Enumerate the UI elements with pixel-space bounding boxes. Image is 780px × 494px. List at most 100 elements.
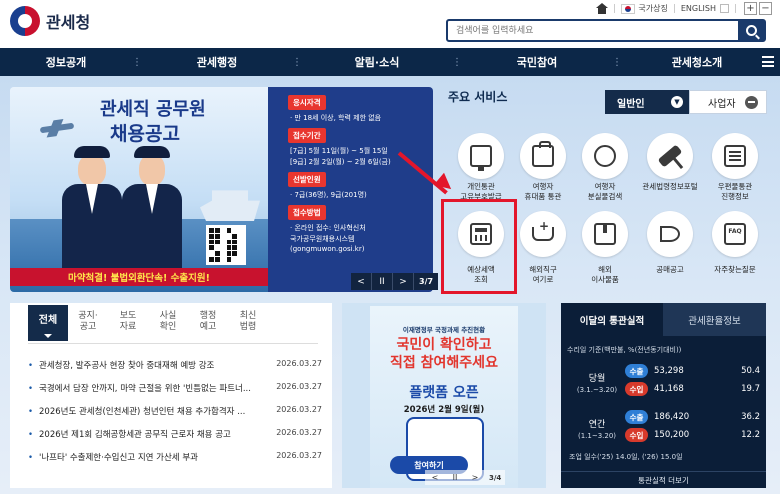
export-badge: 수출: [625, 364, 648, 378]
info-line: · 만 18세 이상, 학력 제한 없음: [290, 114, 382, 122]
top-utility-bar: 국가상징 ENGLISH + −: [596, 2, 772, 15]
nav-item-about[interactable]: 관세청소개: [622, 54, 772, 70]
platform-promo-banner[interactable]: 이재명정부 국정과제 추진현황 국민이 확인하고 직접 참여해주세요 플랫폼 오…: [342, 303, 546, 488]
box-icon: [594, 223, 616, 245]
service-personal-customs-code[interactable]: 개인통관 고유부호발급: [449, 133, 513, 202]
tab-exchange-rate[interactable]: 관세환율정보: [663, 303, 766, 336]
service-moving-goods[interactable]: 해외 이사물품: [573, 211, 637, 285]
kcs-emblem-icon: [10, 6, 40, 36]
external-link-icon: [720, 4, 729, 13]
info-tag: 접수방법: [288, 205, 326, 220]
export-badge: 수출: [625, 410, 648, 424]
header: 관세청 국가상징 ENGLISH + −: [0, 0, 780, 48]
monitor-icon: [470, 145, 492, 171]
stats-month-export-row: 수출 53,298 50.4: [625, 363, 761, 379]
news-tab-all[interactable]: 전체: [28, 305, 68, 341]
cart-icon: [532, 219, 554, 241]
banner-info-panel: 응시자격 · 만 18세 이상, 학력 제한 없음 접수기간 [7급] 5월 1…: [268, 87, 433, 292]
news-tab-admin-notice[interactable]: 행정 예고: [188, 305, 228, 341]
promo-page-indicator: 3/4: [489, 473, 502, 482]
search-button[interactable]: [738, 21, 764, 40]
banner-controls: < II > 3/7: [351, 273, 439, 290]
nav-item-participation[interactable]: 국민참여: [462, 54, 612, 70]
flag-icon: [621, 3, 636, 14]
promo-pause-button[interactable]: II: [445, 470, 465, 485]
stats-year-export-row: 수출 186,420 36.2: [625, 409, 761, 425]
promo-prev-button[interactable]: <: [425, 470, 445, 485]
search-input[interactable]: [448, 21, 738, 40]
service-law-portal[interactable]: 관세법령정보포털: [635, 133, 705, 192]
suitcase-icon: [532, 141, 554, 167]
banner-pause-button[interactable]: II: [372, 273, 393, 290]
service-traveler-baggage[interactable]: 여행자 휴대품 통관: [511, 133, 575, 202]
banner-prev-button[interactable]: <: [351, 273, 372, 290]
main-nav: 정보공개 ⋮ 관세행정 ⋮ 알림·소식 ⋮ 국민참여 ⋮ 관세청소개: [0, 48, 780, 76]
home-icon[interactable]: [596, 3, 609, 14]
services-title: 주요 서비스: [448, 90, 508, 104]
promo-headline: 국민이 확인하고 직접 참여해주세요: [390, 337, 498, 371]
tab-business-user[interactable]: 사업자: [689, 90, 767, 114]
stats-year-import-row: 수입 150,200 12.2: [625, 427, 761, 443]
news-tab-fact-check[interactable]: 사실 확인: [148, 305, 188, 341]
stats-year-label: 연간 (1.1~3.20): [577, 420, 617, 440]
english-link[interactable]: ENGLISH: [681, 4, 716, 13]
stats-month-label: 당월 (3.1.~3.20): [576, 374, 618, 394]
stats-more-link[interactable]: 통관실적 더보기: [561, 471, 766, 488]
list-item[interactable]: 관세청장, 발주공사 현장 찾아 중대재해 예방 강조2026.03.27: [28, 359, 322, 382]
promo-open-text: 플랫폼 오픈: [409, 385, 479, 401]
list-item[interactable]: '나프타' 수출제한·수입신고 지연 가산세 부과2026.03.27: [28, 451, 322, 474]
service-public-auction[interactable]: 공매공고: [638, 211, 702, 275]
zoom-out-button[interactable]: −: [759, 2, 772, 15]
info-tag: 선발인원: [288, 172, 326, 187]
info-tag: 접수기간: [288, 128, 326, 143]
info-line: · 온라인 접수: 인사혁신처: [290, 224, 366, 232]
service-overseas-direct-purchase[interactable]: 해외직구 여기로: [511, 211, 575, 285]
tab-general-user[interactable]: 일반인 ▼: [605, 90, 689, 114]
logo-text: 관세청: [46, 13, 91, 32]
banner-next-button[interactable]: >: [393, 273, 414, 290]
promo-pretitle: 이재명정부 국정과제 추진현황: [402, 326, 486, 334]
postal-stamp-icon: [724, 145, 746, 167]
info-line: 국가공무원채용시스템: [290, 235, 355, 243]
nav-item-news[interactable]: 알림·소식: [302, 54, 452, 70]
banner-title: 관세직 공무원: [100, 99, 206, 120]
nav-item-customs-admin[interactable]: 관세행정: [142, 54, 292, 70]
list-item[interactable]: 2026년 제1회 김해공항세관 공무직 근로자 채용 공고2026.03.27: [28, 428, 322, 451]
gavel-icon: [657, 144, 683, 168]
nav-item-info-disclosure[interactable]: 정보공개: [0, 54, 132, 70]
search-icon: [745, 25, 757, 36]
list-item[interactable]: 2026년도 관세청(인천세관) 청년인턴 채용 추가합격자 ...2026.0…: [28, 405, 322, 428]
chevron-down-icon: ▼: [671, 96, 683, 108]
recruitment-banner[interactable]: 관세직 공무원 채용공고 마약척결! 불법외환단속! 수출지원! 응시자격 · …: [10, 87, 433, 292]
promo-banner-controls: < II > 3/4: [425, 470, 506, 485]
tab-monthly-clearance[interactable]: 이달의 통관실적: [561, 303, 663, 336]
qr-code-icon: [206, 225, 246, 265]
info-line: [7급] 5월 11일(월) ~ 5월 15일: [290, 147, 388, 155]
banner-subtitle: 채용공고: [110, 123, 180, 145]
news-tab-latest-law[interactable]: 최신 법령: [228, 305, 268, 341]
national-symbol-link[interactable]: 국가상징: [638, 3, 667, 14]
male-officer-image: [62, 146, 122, 272]
service-postal-status[interactable]: 우편물통관 진행정보: [703, 133, 767, 202]
service-faq[interactable]: 자주찾는질문: [703, 211, 767, 275]
service-lost-items[interactable]: 여행자 분실물검색: [573, 133, 637, 202]
customs-stats-panel: 이달의 통관실적 관세환율정보 수리일 기준(백만불, %(전년동기대비)) 당…: [561, 303, 766, 488]
news-list: 관세청장, 발주공사 현장 찾아 중대재해 예방 강조2026.03.27 국경…: [28, 359, 322, 474]
news-tab-press[interactable]: 보도 자료: [108, 305, 148, 341]
import-badge: 수입: [625, 428, 648, 442]
banner-slogan: 마약척결! 불법외환단속! 수출지원!: [10, 268, 268, 286]
list-item[interactable]: 국경에서 담장 안까지, 마약 근절을 위한 '빈틈없는 파트너...2026.…: [28, 382, 322, 405]
magnifier-icon: [594, 145, 616, 167]
promo-next-button[interactable]: >: [465, 470, 485, 485]
promo-date: 2026년 2월 9일(월): [403, 405, 485, 415]
ship-icon: [200, 190, 260, 221]
female-officer-image: [122, 146, 182, 272]
news-tabs: 전체 공지· 공고 보도 자료 사실 확인 행정 예고 최신 법령: [28, 305, 268, 341]
site-logo[interactable]: 관세청: [10, 6, 90, 36]
info-line: · 7급(36명), 9급(201명): [290, 191, 367, 199]
hamburger-menu-icon[interactable]: [762, 56, 774, 67]
news-panel: 전체 공지·공고 보도자료 사실확인 행정예고 최신법령 관세청장, 발주공사 …: [10, 303, 332, 488]
zoom-in-button[interactable]: +: [744, 2, 757, 15]
news-tab-notice[interactable]: 공지· 공고: [68, 305, 108, 341]
airplane-icon: [39, 122, 75, 134]
